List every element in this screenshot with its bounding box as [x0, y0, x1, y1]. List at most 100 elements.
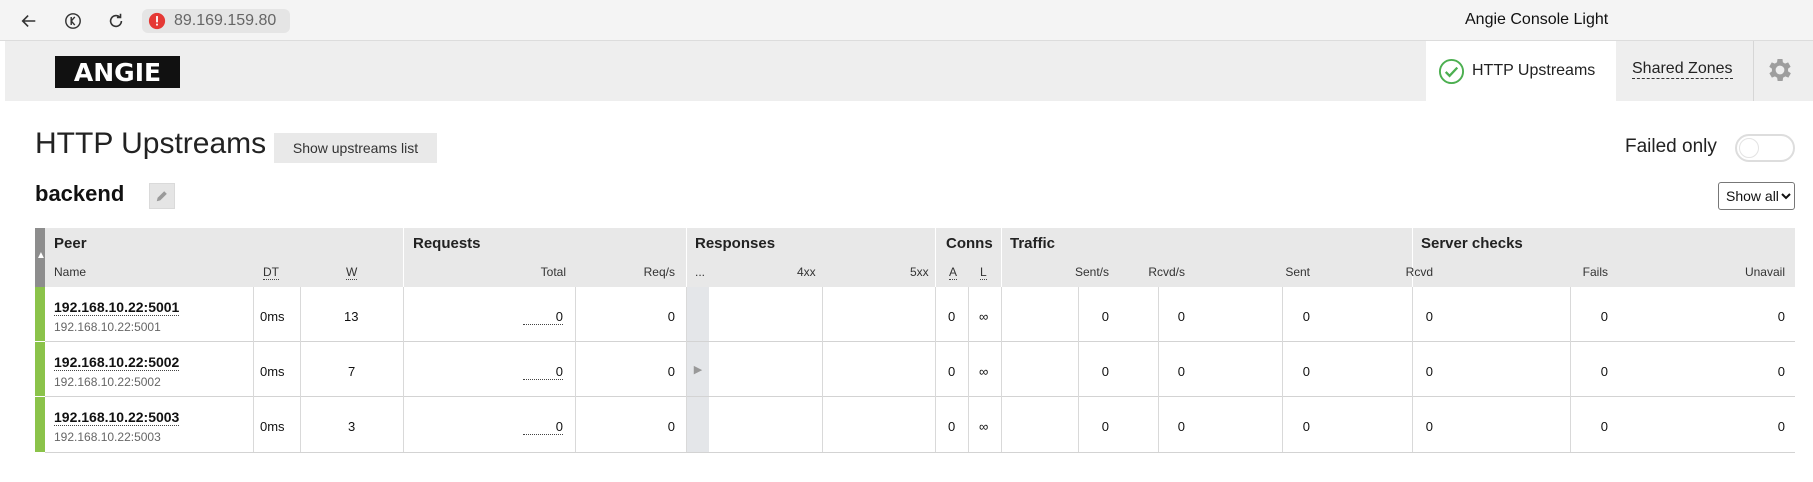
peer-name[interactable]: 192.168.10.22:5003: [54, 409, 180, 426]
col-name[interactable]: Name: [54, 265, 86, 279]
traffic-sent-per-sec: 0: [1101, 419, 1109, 434]
row-divider: [45, 341, 1795, 342]
reload-icon[interactable]: [103, 8, 129, 34]
column-divider: [575, 287, 576, 452]
traffic-sent: 0: [1302, 364, 1310, 379]
col-w[interactable]: W: [346, 265, 358, 280]
group-divider: [686, 228, 687, 287]
browser-tab-title: Angie Console Light: [1465, 11, 1609, 28]
traffic-rcvd: 0: [1425, 419, 1433, 434]
peer-name[interactable]: 192.168.10.22:5002: [54, 354, 180, 371]
col-active[interactable]: A: [949, 265, 958, 280]
expand-arrow-icon: ▶: [693, 364, 703, 376]
traffic-sent: 0: [1302, 419, 1310, 434]
group-conns: Conns: [946, 235, 993, 252]
toggle-knob: [1739, 138, 1759, 158]
peer-address: 192.168.10.22:5002: [54, 375, 161, 389]
requests-total[interactable]: 0: [523, 309, 563, 325]
col-fails[interactable]: Fails: [1548, 265, 1608, 279]
col-4xx[interactable]: 4xx: [797, 265, 816, 279]
requests-total[interactable]: 0: [523, 364, 563, 380]
col-limit[interactable]: L: [980, 265, 987, 280]
upstream-peers-table: ▲ Peer Requests Responses Conns Traffic …: [35, 228, 1795, 454]
sort-column[interactable]: ▲: [35, 228, 46, 287]
group-peer: Peer: [54, 235, 87, 252]
peer-filter-select[interactable]: Show all: [1718, 182, 1795, 210]
row-divider: [45, 396, 1795, 397]
column-divider: [1158, 287, 1159, 452]
traffic-rcvd: 0: [1425, 309, 1433, 324]
peer-status-up: [35, 287, 45, 341]
column-divider: [1001, 287, 1002, 452]
peer-name[interactable]: 192.168.10.22:5001: [54, 299, 180, 316]
warning-icon: [148, 12, 166, 30]
col-dt[interactable]: DT: [263, 265, 279, 280]
row-divider: [45, 452, 1795, 453]
peer-weight: 13: [344, 309, 359, 324]
upstream-name: backend: [35, 181, 125, 206]
failed-only-label: Failed only: [1625, 136, 1717, 157]
yandex-icon[interactable]: [60, 8, 86, 34]
failed-only-toggle[interactable]: [1735, 134, 1795, 162]
peer-status-up: [35, 342, 45, 396]
col-5xx[interactable]: 5xx: [910, 265, 929, 279]
back-arrow-icon[interactable]: [16, 8, 42, 34]
requests-per-sec: 0: [667, 309, 675, 324]
col-ellipsis[interactable]: ...: [695, 265, 705, 279]
column-divider: [1412, 287, 1413, 452]
traffic-rcvd-per-sec: 0: [1177, 419, 1185, 434]
col-req-s[interactable]: Req/s: [615, 265, 675, 279]
peer-dt: 0ms: [260, 364, 285, 379]
requests-total[interactable]: 0: [523, 419, 563, 435]
column-divider: [935, 287, 936, 452]
page-title: HTTP Upstreams: [35, 127, 267, 160]
requests-per-sec: 0: [667, 364, 675, 379]
peer-weight: 7: [348, 364, 356, 379]
traffic-sent: 0: [1302, 309, 1310, 324]
checks-unavail: 0: [1777, 419, 1785, 434]
column-divider: [1570, 287, 1571, 452]
col-unavail[interactable]: Unavail: [1725, 265, 1785, 279]
checks-fails: 0: [1600, 419, 1608, 434]
traffic-rcvd: 0: [1425, 364, 1433, 379]
conns-limit: ∞: [979, 309, 989, 324]
col-rcvd[interactable]: Rcvd: [1373, 265, 1433, 279]
header-divider: [1753, 41, 1754, 101]
conns-active: 0: [948, 309, 956, 324]
group-requests: Requests: [413, 235, 481, 252]
column-divider: [1282, 287, 1283, 452]
checks-fails: 0: [1600, 364, 1608, 379]
edit-upstream-button[interactable]: [149, 183, 175, 209]
tab-label: HTTP Upstreams: [1472, 62, 1596, 79]
group-server-checks: Server checks: [1421, 235, 1523, 252]
col-total[interactable]: Total: [506, 265, 566, 279]
responses-expand-toggle[interactable]: ▶: [687, 287, 709, 452]
app-header: ANGIE HTTP Upstreams Shared Zones: [5, 41, 1813, 101]
col-sent[interactable]: Sent: [1250, 265, 1310, 279]
traffic-sent-per-sec: 0: [1101, 364, 1109, 379]
traffic-rcvd-per-sec: 0: [1177, 364, 1185, 379]
checks-unavail: 0: [1777, 309, 1785, 324]
conns-limit: ∞: [979, 419, 989, 434]
peer-address: 192.168.10.22:5003: [54, 430, 161, 444]
group-traffic: Traffic: [1010, 235, 1056, 252]
checks-fails: 0: [1600, 309, 1608, 324]
address-bar[interactable]: 89.169.159.80: [142, 9, 290, 33]
column-divider: [686, 287, 687, 452]
show-upstreams-list-button[interactable]: Show upstreams list: [274, 133, 437, 163]
column-divider: [403, 287, 404, 452]
conns-active: 0: [948, 419, 956, 434]
group-divider: [1001, 228, 1002, 287]
requests-per-sec: 0: [667, 419, 675, 434]
col-sent-s[interactable]: Sent/s: [1049, 265, 1109, 279]
gear-icon[interactable]: [1765, 55, 1795, 85]
col-rcvd-s[interactable]: Rcvd/s: [1125, 265, 1185, 279]
peer-address: 192.168.10.22:5001: [54, 320, 161, 334]
checks-unavail: 0: [1777, 364, 1785, 379]
group-divider: [403, 228, 404, 287]
tab-http-upstreams[interactable]: HTTP Upstreams: [1426, 41, 1616, 101]
column-divider: [968, 287, 969, 452]
angie-logo[interactable]: ANGIE: [55, 56, 180, 88]
tab-shared-zones[interactable]: Shared Zones: [1632, 60, 1733, 79]
conns-active: 0: [948, 364, 956, 379]
